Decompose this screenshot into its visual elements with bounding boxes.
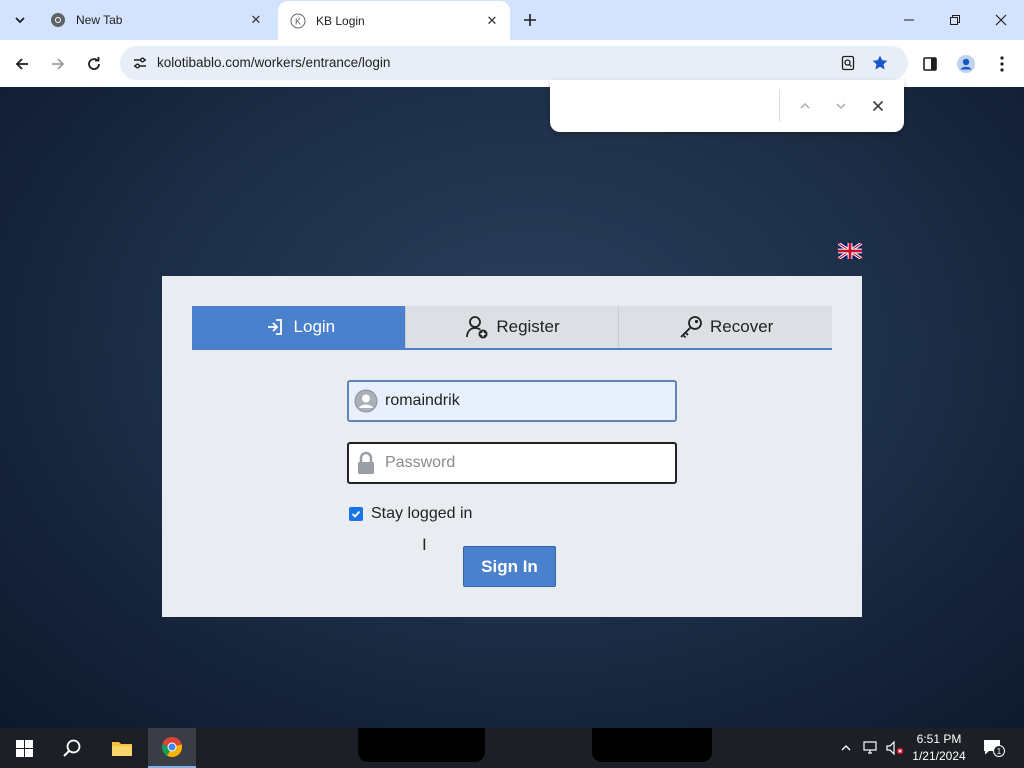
search-icon xyxy=(63,739,81,757)
arrow-left-icon xyxy=(15,58,28,70)
password-field[interactable] xyxy=(347,442,677,484)
clock-date: 1/21/2024 xyxy=(912,749,966,763)
taskbar-search-button[interactable] xyxy=(48,728,96,768)
find-close-button[interactable] xyxy=(866,94,890,118)
browser-tabstrip: New Tab ✕ K KB Login ✕ xyxy=(0,0,1024,41)
tab-search-button[interactable] xyxy=(8,8,32,32)
stay-logged-in[interactable]: Stay logged in xyxy=(349,505,472,523)
tab-close-button[interactable]: ✕ xyxy=(482,11,502,31)
new-tab-button[interactable] xyxy=(518,8,542,32)
tab-login-label: Login xyxy=(293,317,336,336)
profile-avatar-icon xyxy=(957,55,975,73)
stay-logged-in-checkbox[interactable] xyxy=(349,507,363,521)
username-field[interactable] xyxy=(347,380,677,422)
chrome-icon xyxy=(161,737,183,758)
minimize-icon xyxy=(904,19,914,21)
login-arrow-icon xyxy=(262,314,288,340)
forward-button[interactable] xyxy=(44,50,72,78)
minimize-button[interactable] xyxy=(886,0,932,40)
find-input[interactable] xyxy=(564,92,774,120)
back-button[interactable] xyxy=(8,50,36,78)
volume-muted-icon[interactable] xyxy=(884,728,906,768)
text-cursor-icon: I xyxy=(422,535,427,554)
lock-icon xyxy=(354,451,378,475)
side-panel-button[interactable] xyxy=(916,50,944,78)
close-window-button[interactable] xyxy=(978,0,1024,40)
kb-favicon-icon: K xyxy=(290,13,306,29)
kebab-menu-icon xyxy=(1000,56,1004,72)
close-icon xyxy=(995,14,1007,26)
checkmark-icon xyxy=(351,510,361,518)
sign-in-button[interactable]: Sign In xyxy=(463,546,556,587)
tab-register-label: Register xyxy=(496,317,560,336)
redacted-taskbar-item xyxy=(592,728,712,762)
find-next-button[interactable] xyxy=(829,94,853,118)
arrow-right-icon xyxy=(52,58,65,70)
find-previous-button[interactable] xyxy=(793,94,817,118)
windows-taskbar: 6:51 PM 1/21/2024 1 xyxy=(0,728,1024,768)
page-search-icon[interactable] xyxy=(836,51,860,75)
user-icon xyxy=(354,389,378,413)
start-button[interactable] xyxy=(0,728,48,768)
url-text: kolotibablo.com/workers/entrance/login xyxy=(157,55,391,70)
login-card: Login Register Recover romaindrik Stay l… xyxy=(162,276,862,617)
stay-logged-in-label: Stay logged in xyxy=(371,505,473,522)
password-input[interactable] xyxy=(385,444,673,482)
bookmark-star-icon[interactable] xyxy=(868,51,892,75)
tab-kb-login[interactable]: K KB Login ✕ xyxy=(278,1,510,41)
taskbar-chrome[interactable] xyxy=(148,728,196,768)
address-bar[interactable]: kolotibablo.com/workers/entrance/login xyxy=(120,46,908,80)
browser-menu-button[interactable] xyxy=(988,50,1016,78)
reload-button[interactable] xyxy=(80,50,108,78)
chevron-down-icon xyxy=(15,17,25,24)
tab-close-button[interactable]: ✕ xyxy=(246,10,266,30)
taskbar-file-explorer[interactable] xyxy=(98,728,146,768)
tab-login[interactable]: Login xyxy=(192,306,406,348)
notification-center-button[interactable]: 1 xyxy=(980,728,1008,768)
site-info-icon[interactable] xyxy=(128,51,152,75)
close-icon xyxy=(872,100,884,112)
notification-icon: 1 xyxy=(984,740,1005,757)
tray-overflow-button[interactable] xyxy=(836,728,856,768)
profile-button[interactable] xyxy=(952,50,980,78)
auth-tabs: Login Register Recover xyxy=(192,306,833,350)
find-separator xyxy=(779,90,780,122)
tab-register[interactable]: Register xyxy=(405,306,620,348)
tab-recover-label: Recover xyxy=(710,317,774,336)
tab-new-tab[interactable]: New Tab ✕ xyxy=(38,0,274,40)
find-bar xyxy=(550,80,904,132)
tab-title: KB Login xyxy=(316,14,365,28)
taskbar-clock[interactable]: 6:51 PM 1/21/2024 xyxy=(904,731,974,765)
windows-logo-icon xyxy=(15,739,33,757)
tab-recover[interactable]: Recover xyxy=(619,306,833,348)
chevron-up-icon xyxy=(800,102,810,109)
network-tray-icon[interactable] xyxy=(860,728,882,768)
chevron-down-icon xyxy=(836,103,846,110)
uk-flag-icon[interactable] xyxy=(838,243,862,259)
key-icon xyxy=(678,314,704,340)
username-input[interactable] xyxy=(385,382,673,420)
folder-icon xyxy=(112,742,132,756)
restore-button[interactable] xyxy=(932,0,978,40)
plus-icon xyxy=(524,14,536,26)
page-viewport: Login Register Recover romaindrik Stay l… xyxy=(0,87,1024,728)
user-add-icon xyxy=(464,314,490,340)
chevron-up-icon xyxy=(841,745,851,751)
clock-time: 6:51 PM xyxy=(916,732,962,746)
notification-count: 1 xyxy=(997,747,1002,756)
kb-favicon-letter: K xyxy=(295,17,301,27)
chrome-icon xyxy=(50,12,66,28)
redacted-taskbar-item xyxy=(358,728,485,762)
restore-icon xyxy=(950,15,960,25)
side-panel-icon xyxy=(923,57,937,71)
reload-icon xyxy=(88,57,100,70)
tab-title: New Tab xyxy=(76,13,123,27)
